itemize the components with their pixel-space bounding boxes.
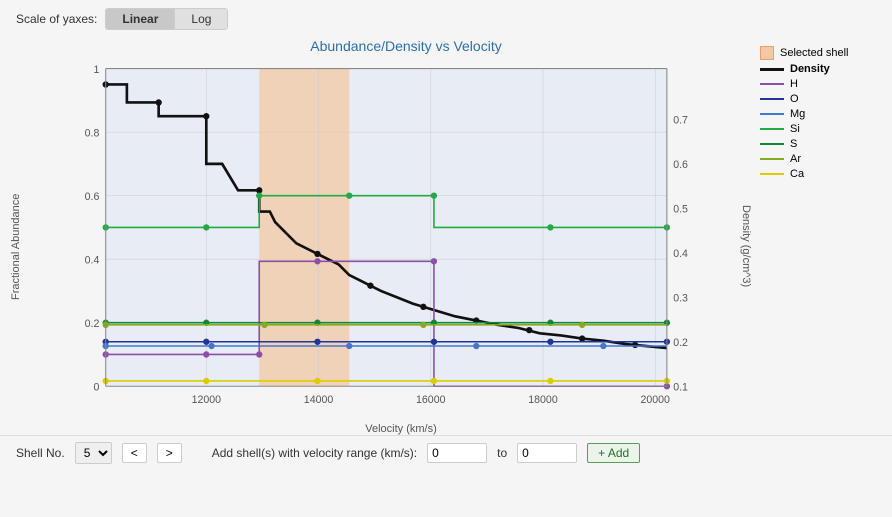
- legend-label-mg: Mg: [790, 108, 805, 120]
- add-shell-label: Add shell(s) with velocity range (km/s):: [212, 446, 417, 460]
- legend: Selected shell Density H O Mg Si: [752, 38, 882, 435]
- legend-label-si: Si: [790, 123, 800, 135]
- legend-color-mg: [760, 113, 784, 115]
- svg-text:16000: 16000: [416, 394, 446, 406]
- chart-wrapper: Fractional Abundance 0: [10, 58, 752, 435]
- svg-text:0.4: 0.4: [673, 248, 688, 260]
- y-right-label: Density (g/cm^3): [734, 58, 752, 435]
- x-axis-label: Velocity (km/s): [88, 423, 714, 435]
- legend-item-ca: Ca: [760, 168, 874, 180]
- svg-text:1: 1: [93, 64, 99, 76]
- svg-text:0.2: 0.2: [85, 318, 100, 330]
- svg-text:0: 0: [93, 381, 99, 393]
- scale-toggle: Linear Log: [105, 8, 228, 30]
- legend-item-s: S: [760, 138, 874, 150]
- velocity-to-input[interactable]: [517, 443, 577, 463]
- legend-color-density: [760, 68, 784, 71]
- chart-area: Abundance/Density vs Velocity Fractional…: [10, 38, 752, 435]
- svg-text:0.3: 0.3: [673, 293, 688, 305]
- legend-item-mg: Mg: [760, 108, 874, 120]
- legend-item-selected-shell: Selected shell: [760, 46, 874, 60]
- svg-text:0.6: 0.6: [85, 191, 100, 203]
- to-label: to: [497, 446, 507, 460]
- log-button[interactable]: Log: [175, 9, 227, 29]
- legend-label-density: Density: [790, 63, 830, 75]
- legend-item-density: Density: [760, 63, 874, 75]
- svg-text:0.5: 0.5: [673, 204, 688, 216]
- legend-color-ca: [760, 173, 784, 175]
- svg-text:0.8: 0.8: [85, 127, 100, 139]
- legend-item-h: H: [760, 78, 874, 90]
- legend-item-o: O: [760, 93, 874, 105]
- legend-label-selected-shell: Selected shell: [780, 47, 849, 59]
- bottom-bar: Shell No. 5 < > Add shell(s) with veloci…: [0, 435, 892, 470]
- legend-label-h: H: [790, 78, 798, 90]
- next-shell-button[interactable]: >: [157, 443, 182, 463]
- legend-color-h: [760, 83, 784, 85]
- legend-color-s: [760, 143, 784, 145]
- legend-item-ar: Ar: [760, 153, 874, 165]
- svg-text:14000: 14000: [304, 394, 334, 406]
- shell-select[interactable]: 5: [75, 442, 112, 464]
- svg-text:20000: 20000: [641, 394, 671, 406]
- top-bar: Scale of yaxes: Linear Log: [0, 0, 892, 38]
- legend-item-si: Si: [760, 123, 874, 135]
- chart-title: Abundance/Density vs Velocity: [10, 38, 752, 54]
- legend-color-o: [760, 98, 784, 100]
- legend-color-si: [760, 128, 784, 130]
- legend-label-ar: Ar: [790, 153, 801, 165]
- legend-color-selected-shell: [760, 46, 774, 60]
- shell-no-label: Shell No.: [16, 446, 65, 460]
- svg-text:0.1: 0.1: [673, 381, 688, 393]
- chart-svg: 0 0.2 0.4 0.6 0.8 1 0.1 0.2 0.3 0.4 0.5 …: [28, 58, 734, 435]
- legend-label-s: S: [790, 138, 797, 150]
- svg-text:12000: 12000: [192, 394, 222, 406]
- svg-text:0.4: 0.4: [85, 254, 100, 266]
- y-left-label: Fractional Abundance: [10, 58, 28, 435]
- legend-label-o: O: [790, 93, 799, 105]
- linear-button[interactable]: Linear: [106, 9, 175, 29]
- main-content: Abundance/Density vs Velocity Fractional…: [0, 38, 892, 435]
- legend-color-ar: [760, 158, 784, 160]
- scale-label: Scale of yaxes:: [16, 12, 97, 26]
- svg-text:0.2: 0.2: [673, 337, 688, 349]
- velocity-from-input[interactable]: [427, 443, 487, 463]
- svg-text:0.6: 0.6: [673, 159, 688, 171]
- legend-label-ca: Ca: [790, 168, 804, 180]
- prev-shell-button[interactable]: <: [122, 443, 147, 463]
- svg-text:0.7: 0.7: [673, 115, 688, 127]
- add-button[interactable]: + Add: [587, 443, 640, 463]
- svg-text:18000: 18000: [528, 394, 558, 406]
